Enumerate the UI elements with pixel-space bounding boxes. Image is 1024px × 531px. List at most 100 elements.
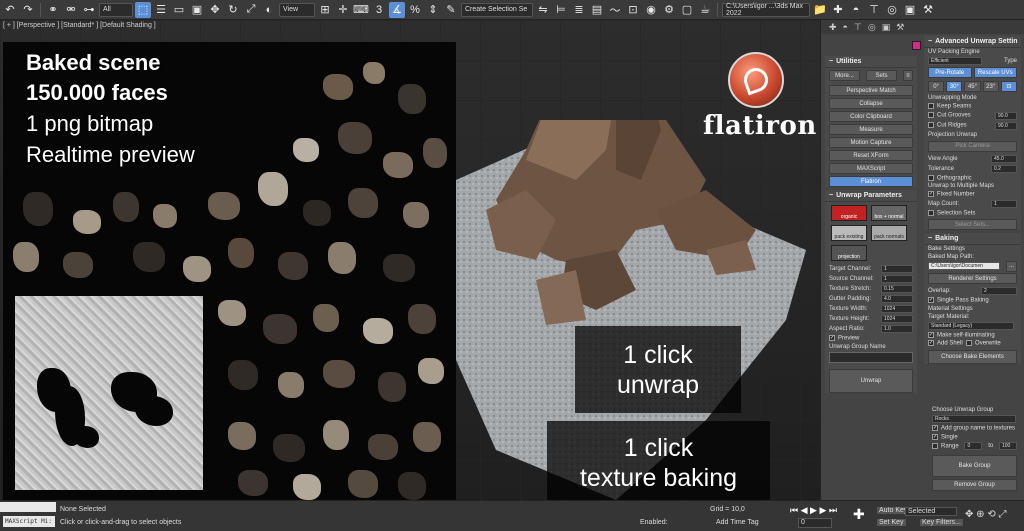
- renderer-settings-button[interactable]: Renderer Settings: [928, 273, 1017, 285]
- aspect-ratio-spinner[interactable]: 1.0: [881, 325, 913, 333]
- preset-projection-button[interactable]: projection: [831, 245, 867, 261]
- preset-pack-normals-button[interactable]: pack normals: [871, 225, 907, 241]
- gutter-padding-spinner[interactable]: 4.0: [881, 295, 913, 303]
- render-production-icon[interactable]: ☕: [697, 2, 713, 18]
- create-icon[interactable]: ✚: [830, 2, 846, 18]
- single-pass-checkbox[interactable]: [928, 297, 934, 304]
- maxscript-listener-top[interactable]: [0, 502, 56, 512]
- select-manipulate-icon[interactable]: ✛: [335, 2, 351, 18]
- selection-sets-row[interactable]: Selection Sets: [924, 209, 1021, 218]
- range-from-spinner[interactable]: 0: [964, 442, 983, 451]
- measure-button[interactable]: Measure: [829, 124, 913, 135]
- fixed-number-radio[interactable]: [928, 191, 934, 198]
- preset-organic-button[interactable]: organic: [831, 205, 867, 221]
- cut-grooves-checkbox[interactable]: [928, 112, 934, 119]
- schematic-view-icon[interactable]: ⊡: [625, 2, 641, 18]
- motion-icon[interactable]: ◎: [884, 2, 900, 18]
- sets-button[interactable]: Sets: [866, 70, 897, 81]
- pick-camera-button[interactable]: Pick Camera: [928, 140, 1017, 152]
- utilities-icon[interactable]: ⚒: [920, 2, 936, 18]
- angle-snap-icon[interactable]: ∡: [389, 1, 405, 18]
- placement-icon[interactable]: ◐: [261, 2, 277, 18]
- display-tab-icon[interactable]: ▣: [882, 22, 891, 33]
- align-icon[interactable]: ⊨: [553, 2, 569, 18]
- rescale-uvs-toggle[interactable]: Rescale UVs: [973, 67, 1017, 78]
- unwrap-button[interactable]: Unwrap: [829, 368, 913, 393]
- flatiron-button[interactable]: Flatiron: [829, 176, 913, 187]
- create-tab-icon[interactable]: ✚: [829, 22, 837, 33]
- rotate-icon[interactable]: ↻: [225, 2, 241, 18]
- motion-capture-button[interactable]: Motion Capture: [829, 137, 913, 148]
- range-to-spinner[interactable]: 100: [999, 442, 1017, 451]
- display-icon[interactable]: ▣: [902, 2, 918, 18]
- modify-icon[interactable]: ◓: [848, 2, 864, 18]
- object-color-swatch[interactable]: [912, 41, 921, 50]
- hierarchy-icon[interactable]: ⊤: [866, 2, 882, 18]
- hierarchy-tab-icon[interactable]: ⊤: [854, 22, 862, 33]
- self-illuminating-row[interactable]: Make self-illuminating: [924, 331, 1021, 340]
- set-key-button[interactable]: Set Key: [877, 519, 906, 526]
- unwrap-group-name-input[interactable]: [829, 351, 913, 363]
- baking-header[interactable]: − Baking: [924, 233, 1021, 246]
- packing-engine-dropdown[interactable]: Efficient: [928, 57, 982, 65]
- viewport-navigation-icons[interactable]: ✥ ⊕ ⟲ ⤢: [965, 509, 1006, 520]
- choose-bake-elements-button[interactable]: Choose Bake Elements: [928, 350, 1017, 365]
- single-pass-row[interactable]: Single Pass Baking: [924, 296, 1021, 305]
- window-crossing-icon[interactable]: ▣: [189, 2, 205, 18]
- select-by-name-icon[interactable]: ☰: [153, 2, 169, 18]
- selection-sets-radio[interactable]: [928, 209, 934, 216]
- more-button[interactable]: More...: [829, 70, 860, 81]
- collapse-button[interactable]: Collapse: [829, 98, 913, 109]
- link-icon[interactable]: ⚭: [45, 2, 61, 18]
- angle-custom-button[interactable]: ⊡: [1000, 81, 1018, 92]
- add-group-name-row[interactable]: Add group name to textures: [928, 424, 1021, 433]
- render-setup-icon[interactable]: ⚙: [661, 2, 677, 18]
- cut-ridges-spinner[interactable]: 90.0: [995, 121, 1017, 130]
- motion-tab-icon[interactable]: ◎: [868, 22, 876, 33]
- edit-named-sets-icon[interactable]: ✎: [443, 2, 459, 18]
- maxscript-mini-listener[interactable]: MAXScript Mi:: [3, 516, 55, 527]
- keep-seams-checkbox[interactable]: [928, 103, 934, 109]
- perspective-match-button[interactable]: Perspective Match: [829, 85, 913, 96]
- self-illuminating-checkbox[interactable]: [928, 331, 934, 338]
- redo-icon[interactable]: ↷: [20, 2, 36, 18]
- preset-box-normal-button[interactable]: box + normal: [871, 205, 907, 221]
- target-material-dropdown[interactable]: Standard (Legacy): [928, 321, 1014, 330]
- toggle-ribbon-icon[interactable]: ▤: [589, 2, 605, 18]
- project-folder-icon[interactable]: 📁: [812, 2, 828, 18]
- maxscript-button[interactable]: MAXScript: [829, 163, 913, 174]
- named-selection-sets-input[interactable]: Create Selection Se: [461, 2, 533, 17]
- texture-stretch-spinner[interactable]: 0.15: [881, 285, 913, 293]
- rect-selection-icon[interactable]: ▭: [171, 2, 187, 18]
- bind-icon[interactable]: ⊶: [81, 2, 97, 18]
- scale-icon[interactable]: ⤢: [243, 2, 259, 18]
- preview-checkbox-row[interactable]: Preview: [825, 334, 917, 343]
- baked-map-path-input[interactable]: C:\Users\igor\Documen: [928, 262, 1000, 271]
- bake-group-button[interactable]: Bake Group: [932, 455, 1017, 478]
- tolerance-spinner[interactable]: 0.2: [991, 164, 1017, 173]
- source-channel-spinner[interactable]: 1: [881, 275, 913, 283]
- preview-checkbox[interactable]: [829, 335, 835, 341]
- project-path-dropdown[interactable]: C:\Users\igor ...\3ds Max 2022: [722, 2, 810, 17]
- angle-30-button[interactable]: 30°: [946, 81, 963, 92]
- preset-pack-existing-button[interactable]: pack existing: [831, 225, 867, 241]
- keyboard-shortcut-icon[interactable]: ⌨: [353, 2, 369, 18]
- selection-filter-dropdown[interactable]: All: [99, 2, 133, 17]
- view-angle-spinner[interactable]: 45.0: [991, 154, 1017, 163]
- configure-sets-icon[interactable]: ≡: [903, 70, 913, 81]
- texture-height-spinner[interactable]: 1024: [881, 315, 913, 323]
- viewport-label[interactable]: [ + ] [Perspective ] [Standard* ] [Defau…: [3, 22, 156, 29]
- angle-0-button[interactable]: 0°: [928, 81, 945, 92]
- advanced-unwrap-header[interactable]: − Advanced Unwrap Settin: [924, 36, 1021, 48]
- keep-seams-row[interactable]: Keep Seams: [924, 102, 1021, 111]
- cut-grooves-spinner[interactable]: 90.0: [995, 111, 1017, 120]
- material-editor-icon[interactable]: ◉: [643, 2, 659, 18]
- angle-23-button[interactable]: 23°: [982, 81, 999, 92]
- single-row[interactable]: Single: [928, 433, 1021, 442]
- unlink-icon[interactable]: ⚮: [63, 2, 79, 18]
- utilities-rollout-header[interactable]: − Utilities: [825, 56, 917, 68]
- utilities-tab-icon[interactable]: ⚒: [896, 22, 904, 33]
- key-filters-button[interactable]: Key Filters...: [920, 519, 963, 526]
- overlap-spinner[interactable]: 2: [981, 287, 1017, 296]
- pre-rotate-toggle[interactable]: Pre-Rotate: [928, 67, 972, 78]
